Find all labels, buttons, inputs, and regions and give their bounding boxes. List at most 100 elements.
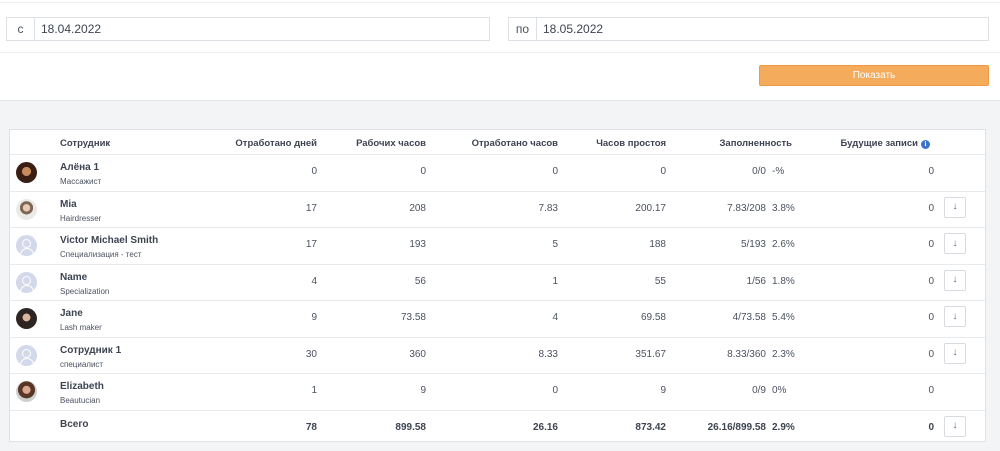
column-work-hours: Рабочих часов xyxy=(356,138,426,149)
future-bookings-value: 0 xyxy=(928,385,934,396)
download-button[interactable]: ↓ xyxy=(944,233,966,254)
hours-worked-value: 8.33 xyxy=(538,348,558,360)
table-row: Name Specialization 4 56 1 55 1/56 1.8% … xyxy=(10,265,985,301)
arrow-down-icon: ↓ xyxy=(952,420,958,431)
employee-name[interactable]: Сотрудник 1 xyxy=(60,345,121,356)
work-hours-value: 193 xyxy=(409,239,426,250)
work-hours-value: 0 xyxy=(420,166,426,177)
future-bookings-value: 0 xyxy=(928,202,934,214)
total-work-hours: 899.58 xyxy=(395,421,426,433)
employee-name[interactable]: Алёна 1 xyxy=(60,162,99,173)
future-bookings-value: 0 xyxy=(928,239,934,250)
occupancy-ratio: 5/193 xyxy=(740,239,766,250)
occupancy-ratio: 8.33/360 xyxy=(727,348,766,360)
date-from-label: с xyxy=(7,18,35,40)
column-future-bookings-label: Будущие записи xyxy=(840,138,918,149)
arrow-down-icon: ↓ xyxy=(952,347,958,358)
avatar-placeholder xyxy=(16,271,37,293)
occupancy-percent: -% xyxy=(772,166,785,177)
column-occupancy: Заполненность xyxy=(719,138,792,149)
employee-name[interactable]: Mia xyxy=(60,199,77,210)
arrow-down-icon: ↓ xyxy=(952,310,958,322)
download-button[interactable]: ↓ xyxy=(944,342,966,364)
table-total-row: Всего 78 899.58 26.16 873.42 26.16/899.5… xyxy=(10,411,985,448)
employee-specialization: Специализация - тест xyxy=(60,250,142,259)
show-button[interactable]: Показать xyxy=(759,65,989,86)
future-bookings-value: 0 xyxy=(928,275,934,287)
download-total-button[interactable]: ↓ xyxy=(944,415,966,437)
employee-specialization: специалист xyxy=(60,359,104,369)
total-idle-hours: 873.42 xyxy=(635,421,666,433)
total-occupancy-percent: 2.9% xyxy=(772,421,795,433)
hours-worked-value: 0 xyxy=(552,385,558,396)
hours-worked-value: 7.83 xyxy=(538,202,558,214)
employee-name[interactable]: Victor Michael Smith xyxy=(60,235,158,246)
employee-name[interactable]: Jane xyxy=(60,308,83,319)
occupancy-ratio: 4/73.58 xyxy=(732,312,766,323)
date-to-group: по xyxy=(508,17,989,41)
hours-worked-value: 5 xyxy=(552,239,558,250)
days-worked-value: 4 xyxy=(311,275,317,287)
employee-name[interactable]: Elizabeth xyxy=(60,381,104,392)
hours-worked-value: 4 xyxy=(552,312,558,323)
table-row: Victor Michael Smith Специализация - тес… xyxy=(10,228,985,265)
arrow-down-icon: ↓ xyxy=(952,237,958,249)
table-row: Алёна 1 Массажист 0 0 0 0 0/0 -% 0 xyxy=(10,155,985,192)
column-days-worked: Отработано дней xyxy=(235,138,317,149)
days-worked-value: 17 xyxy=(305,239,317,250)
download-button[interactable]: ↓ xyxy=(944,196,966,218)
avatar xyxy=(16,381,37,402)
total-hours-worked: 26.16 xyxy=(532,421,558,433)
total-days-worked: 78 xyxy=(305,421,317,433)
occupancy-percent: 0% xyxy=(772,385,787,396)
table-row: Elizabeth Beautucian 1 9 0 9 0/9 0% 0 xyxy=(10,374,985,411)
idle-hours-value: 55 xyxy=(654,275,666,287)
download-button[interactable]: ↓ xyxy=(944,306,966,327)
total-occupancy-ratio: 26.16/899.58 xyxy=(707,421,766,433)
arrow-down-icon: ↓ xyxy=(952,201,958,212)
filter-divider xyxy=(0,52,1000,53)
occupancy-percent: 2.6% xyxy=(772,239,795,250)
avatar xyxy=(16,198,37,220)
avatar-placeholder xyxy=(16,344,37,366)
work-hours-value: 9 xyxy=(420,385,426,396)
employee-name[interactable]: Name xyxy=(60,272,87,283)
occupancy-percent: 2.3% xyxy=(772,348,795,360)
info-icon[interactable]: i xyxy=(921,140,930,149)
occupancy-percent: 3.8% xyxy=(772,202,795,214)
date-from-input[interactable] xyxy=(35,18,489,40)
date-to-input[interactable] xyxy=(537,18,988,40)
work-hours-value: 73.58 xyxy=(400,312,426,323)
avatar xyxy=(16,308,37,329)
hours-worked-value: 1 xyxy=(552,275,558,287)
idle-hours-value: 188 xyxy=(649,239,666,250)
column-employee: Сотрудник xyxy=(60,138,111,149)
arrow-down-icon: ↓ xyxy=(952,274,958,285)
employee-specialization: Массажист xyxy=(60,177,102,186)
total-future-bookings: 0 xyxy=(928,421,934,433)
filter-panel: с по Показать xyxy=(0,0,1000,101)
table-row: Mia Hairdresser 17 208 7.83 200.17 7.83/… xyxy=(10,192,985,228)
idle-hours-value: 69.58 xyxy=(640,312,666,323)
avatar xyxy=(16,162,37,183)
column-idle-hours: Часов простоя xyxy=(596,138,666,149)
days-worked-value: 1 xyxy=(311,385,317,396)
days-worked-value: 9 xyxy=(311,312,317,323)
days-worked-value: 17 xyxy=(305,202,317,214)
idle-hours-value: 200.17 xyxy=(635,202,666,214)
table-header: Сотрудник Отработано дней Рабочих часов … xyxy=(10,130,985,155)
idle-hours-value: 351.67 xyxy=(635,348,666,360)
column-future-bookings: Будущие записи i xyxy=(820,138,930,149)
table-row: Сотрудник 1 специалист 30 360 8.33 351.6… xyxy=(10,338,985,374)
download-button[interactable]: ↓ xyxy=(944,269,966,291)
occupancy-ratio: 7.83/208 xyxy=(727,202,766,214)
top-divider xyxy=(0,2,1000,3)
date-to-label: по xyxy=(509,18,537,40)
total-label: Всего xyxy=(60,418,89,430)
report-table: Сотрудник Отработано дней Рабочих часов … xyxy=(9,129,986,442)
avatar-placeholder xyxy=(16,235,37,256)
idle-hours-value: 9 xyxy=(660,385,666,396)
work-hours-value: 56 xyxy=(414,275,426,287)
hours-worked-value: 0 xyxy=(552,166,558,177)
employee-specialization: Hairdresser xyxy=(60,213,102,223)
